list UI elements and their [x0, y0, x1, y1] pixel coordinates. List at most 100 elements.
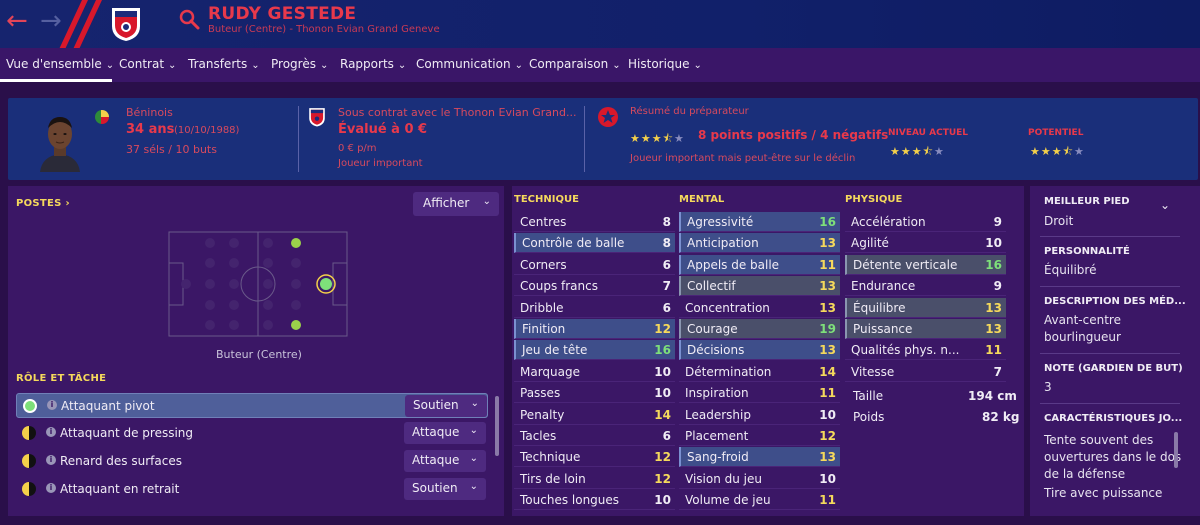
tab-label: Historique — [628, 57, 690, 71]
positions-panel: POSTES › Afficher ⌄ Buteur (Centre) RÔLE … — [8, 186, 504, 516]
attribute-row[interactable]: Détente verticale 16 — [845, 254, 1006, 275]
info-icon[interactable]: i — [46, 455, 56, 465]
attribute-row[interactable]: Coups francs 7 — [514, 276, 675, 297]
attribute-row[interactable]: Courage 19 — [679, 319, 840, 339]
current-ability-stars: ★★★⯪★ — [890, 145, 945, 158]
attribute-row[interactable]: Leadership 10 — [679, 405, 840, 425]
attribute-row[interactable]: Penalty 14 — [514, 405, 675, 425]
attribute-row[interactable]: Puissance 13 — [845, 319, 1006, 339]
attribute-row[interactable]: Détermination 14 — [679, 362, 840, 382]
role-row[interactable]: i Renard des surfaces Attaque ⌄ — [16, 449, 488, 474]
role-row[interactable]: i Attaquant en retrait Soutien ⌄ — [16, 477, 488, 502]
attribute-row[interactable]: Tacles 6 — [514, 426, 675, 446]
role-list-scrollbar[interactable] — [495, 396, 499, 456]
attribute-name: Dribble — [520, 300, 564, 315]
role-row[interactable]: i Attaquant de pressing Attaque ⌄ — [16, 421, 488, 446]
attribute-row[interactable]: Placement 12 — [679, 426, 840, 446]
duty-dropdown[interactable]: Soutien ⌄ — [405, 395, 487, 417]
club-crest-icon[interactable] — [110, 6, 142, 42]
attribute-row[interactable]: Décisions 13 — [679, 340, 840, 361]
active-tab-indicator — [0, 79, 112, 82]
player-subtitle[interactable]: Buteur (Centre) - Thonon Evian Grand Gen… — [208, 24, 440, 35]
attribute-value: 12 — [654, 450, 671, 465]
attribute-row[interactable]: Sang-froid 13 — [679, 447, 840, 468]
attribute-row[interactable]: Accélération 9 — [845, 212, 1006, 232]
info-icon[interactable]: i — [47, 400, 57, 410]
attribute-row[interactable]: Technique 12 — [514, 447, 675, 468]
attribute-row[interactable]: Appels de balle 11 — [679, 254, 840, 275]
attribute-row[interactable]: Collectif 13 — [679, 276, 840, 297]
duty-dropdown[interactable]: Attaque ⌄ — [404, 422, 486, 444]
position-label: Buteur (Centre) — [216, 348, 302, 361]
tab-overview[interactable]: Vue d'ensemble ⌄ — [6, 57, 114, 71]
attribute-row[interactable]: Vitesse 7 — [845, 362, 1006, 382]
attribute-name: Sang-froid — [687, 450, 749, 465]
attribute-row[interactable]: Inspiration 11 — [679, 383, 840, 404]
search-icon[interactable] — [178, 8, 200, 30]
attribute-row[interactable]: Volume de jeu 11 — [679, 490, 840, 511]
chevron-down-icon: ⌄ — [319, 60, 329, 71]
squad-status: Joueur important — [338, 158, 423, 169]
role-row[interactable]: i Attaquant pivot Soutien ⌄ — [16, 393, 488, 418]
contract-info[interactable]: Sous contrat avec le Thonon Evian Grand.… — [338, 106, 576, 119]
info-icon[interactable]: i — [46, 427, 56, 437]
tab-progress[interactable]: Progrès ⌄ — [271, 57, 328, 71]
chevron-down-icon: ⌄ — [168, 60, 177, 71]
attribute-value: 8 — [662, 236, 671, 251]
tab-label: Transferts — [188, 57, 248, 71]
attribute-value: 13 — [985, 322, 1002, 336]
attribute-row[interactable]: Centres 8 — [514, 212, 675, 232]
position-marker — [291, 238, 301, 248]
attribute-name: Décisions — [687, 343, 745, 358]
club-crest-small-icon — [309, 108, 325, 127]
attribute-row[interactable]: Vision du jeu 10 — [679, 469, 840, 489]
attribute-row[interactable]: Agressivité 16 — [679, 212, 840, 232]
attribute-row[interactable]: Tirs de loin 12 — [514, 469, 675, 489]
tab-communication[interactable]: Communication ⌄ — [416, 57, 523, 71]
tab-transfers[interactable]: Transferts ⌄ — [188, 57, 260, 71]
attribute-row[interactable]: Concentration 13 — [679, 298, 840, 318]
attribute-value: 9 — [993, 215, 1002, 229]
attribute-row[interactable]: Corners 6 — [514, 255, 675, 275]
duty-label: Soutien — [413, 398, 459, 412]
attribute-row[interactable]: Endurance 9 — [845, 276, 1006, 297]
chevron-down-icon: ⌄ — [397, 60, 407, 71]
coach-report-title[interactable]: Résumé du préparateur — [630, 106, 749, 117]
tab-reports[interactable]: Rapports ⌄ — [340, 57, 406, 71]
tab-label: Contrat — [119, 57, 165, 71]
position-marker — [291, 320, 301, 330]
attribute-row[interactable]: Qualités phys. n... 11 — [845, 340, 1006, 361]
duty-dropdown[interactable]: Soutien ⌄ — [404, 478, 486, 500]
arrow-left-icon[interactable]: ← — [6, 6, 28, 36]
attribute-row[interactable]: Contrôle de balle 8 — [514, 233, 675, 254]
duty-dropdown[interactable]: Attaque ⌄ — [404, 450, 486, 472]
duty-label: Soutien — [412, 481, 458, 495]
attribute-row[interactable]: Équilibre 13 — [845, 297, 1006, 318]
attribute-row[interactable]: Touches longues 10 — [514, 490, 675, 511]
show-dropdown-button[interactable]: Afficher ⌄ — [413, 192, 499, 216]
attribute-name: Inspiration — [685, 386, 749, 401]
traits-scrollbar[interactable] — [1174, 432, 1178, 468]
attribute-row[interactable]: Passes 10 — [514, 383, 675, 404]
tab-history[interactable]: Historique ⌄ — [628, 57, 702, 71]
positions-title[interactable]: POSTES › — [16, 198, 70, 209]
arrow-right-icon[interactable]: → — [40, 6, 62, 36]
tab-label: Rapports — [340, 57, 394, 71]
attribute-row[interactable]: Dribble 6 — [514, 298, 675, 318]
attribute-value: 9 — [993, 279, 1002, 294]
info-icon[interactable]: i — [46, 483, 56, 493]
attribute-row[interactable]: Finition 12 — [514, 319, 675, 339]
nationality[interactable]: Béninois — [126, 106, 173, 119]
tab-contract[interactable]: Contrat ⌄ — [119, 57, 176, 71]
attribute-row[interactable]: Anticipation 13 — [679, 233, 840, 254]
tab-comparison[interactable]: Comparaison ⌄ — [529, 57, 621, 71]
mental-title: MENTAL — [679, 194, 725, 205]
chevron-down-icon[interactable]: ⌄ — [1160, 198, 1170, 212]
player-trait-line: de la défense — [1044, 467, 1126, 481]
attribute-row[interactable]: Jeu de tête 16 — [514, 340, 675, 361]
chevron-down-icon: ⌄ — [693, 60, 702, 71]
attribute-row[interactable]: Marquage 10 — [514, 362, 675, 382]
attribute-row[interactable]: Agilité 10 — [845, 233, 1006, 254]
weight-label: Poids — [853, 410, 885, 424]
attribute-name: Penalty — [520, 407, 565, 422]
